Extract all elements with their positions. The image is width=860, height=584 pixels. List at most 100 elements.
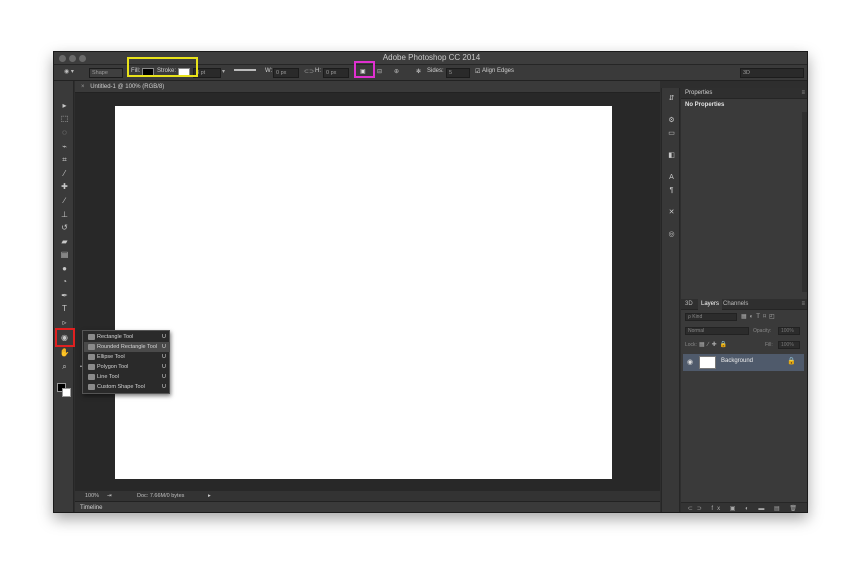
width-label: W:: [265, 68, 273, 74]
eraser-tool-icon[interactable]: ▰: [59, 237, 70, 247]
eyedropper-tool-icon[interactable]: ⁄: [59, 169, 70, 179]
history-brush-tool-icon[interactable]: ↺: [59, 223, 70, 233]
doc-size-info: Doc: 7.66M/0 bytes: [137, 493, 185, 499]
shape-tools-flyout: Rectangle Tool U Rounded Rectangle Tool U El…: [80, 330, 170, 394]
right-panels: Properties ≡ No Properties 3D Layers Cha…: [681, 88, 807, 512]
align-edges-label: Align Edges: [482, 68, 515, 74]
properties-content: No Properties: [685, 102, 725, 108]
layer-name[interactable]: Background: [721, 358, 753, 364]
paragraph-panel-icon[interactable]: ¶: [666, 186, 677, 195]
flyout-item[interactable]: • Polygon Tool U: [80, 362, 170, 372]
tools-presets-icon[interactable]: ✕: [666, 208, 677, 217]
layer-filter-icons[interactable]: ▦◐T⌑◰: [741, 313, 778, 320]
hand-tool-icon[interactable]: ✋: [59, 348, 70, 358]
timeline-label: Timeline: [80, 505, 103, 511]
current-tool-bullet: •: [80, 364, 82, 370]
layers-footer-icons[interactable]: ⊂⊃ fx ▣ ◐ ▬ ▤ 🗑: [681, 502, 807, 512]
3d-panel-icon[interactable]: ◎: [666, 230, 677, 239]
document-canvas[interactable]: [115, 106, 612, 479]
opacity-label: Opacity:: [753, 328, 772, 334]
history-panel-icon[interactable]: ⇵: [666, 94, 677, 103]
adjustments-panel-icon[interactable]: ⚙: [666, 116, 677, 125]
link-dimensions-icon[interactable]: ⊂⊃: [304, 68, 314, 75]
layer-thumbnail: [699, 356, 716, 369]
path-alignment-icon[interactable]: ⊟: [377, 68, 382, 75]
flyout-item[interactable]: Rectangle Tool U: [84, 332, 170, 342]
healing-brush-tool-icon[interactable]: ✚: [59, 182, 70, 192]
flyout-item-label: Rounded Rectangle Tool: [97, 344, 158, 350]
document-tab[interactable]: × Untitled-1 @ 100% (RGB/8): [75, 81, 660, 93]
flyout-item-shortcut: U: [162, 364, 166, 370]
align-edges-checkbox[interactable]: ☑: [475, 68, 480, 75]
stroke-type-line[interactable]: [234, 69, 256, 71]
path-arrangement-icon[interactable]: ⊕: [394, 68, 399, 75]
fill-opacity-field[interactable]: 100%: [778, 341, 800, 349]
gear-icon[interactable]: ✻: [416, 68, 421, 75]
path-select-tool-icon[interactable]: ▹: [59, 318, 70, 328]
tools-panel: ▸ ⬚ ◌ ⌁ ⌗ ⁄ ✚ ∕ ⊥ ↺ ▰ ▤ ● ◔ ✒ T ▹ ◉ ✋ ⌕: [54, 81, 74, 512]
shape-tool-icon: [88, 344, 95, 350]
tool-preset-icon[interactable]: ◉ ▾: [64, 68, 74, 75]
zoom-tool-icon[interactable]: ⌕: [59, 362, 70, 372]
flyout-item[interactable]: Line Tool U: [84, 372, 170, 382]
status-menu-arrow-icon[interactable]: ▸: [208, 491, 211, 501]
fill-opacity-label: Fill:: [765, 342, 773, 348]
shape-tool-icon: [88, 384, 95, 390]
sides-label: Sides:: [427, 68, 444, 74]
background-color-swatch[interactable]: [62, 388, 71, 397]
flyout-item-shortcut: U: [162, 374, 166, 380]
shape-tool-icon: [88, 374, 95, 380]
layer-row[interactable]: ◉ Background 🔒: [683, 354, 804, 371]
quick-select-tool-icon[interactable]: ⌁: [59, 142, 70, 152]
lasso-tool-icon[interactable]: ◌: [59, 128, 70, 138]
stroke-width-dropdown-icon[interactable]: ▾: [222, 68, 225, 75]
crop-tool-icon[interactable]: ⌗: [59, 155, 70, 165]
tab-layers[interactable]: Layers: [698, 299, 723, 310]
type-tool-icon[interactable]: T: [59, 304, 70, 314]
dodge-tool-icon[interactable]: ◔: [59, 277, 70, 287]
workspace-select[interactable]: 3D: [740, 68, 804, 78]
blend-mode-select[interactable]: Normal: [685, 327, 749, 335]
height-field[interactable]: 0 px: [323, 68, 349, 78]
flyout-item-label: Polygon Tool: [97, 364, 129, 370]
tab-channels[interactable]: Channels: [723, 299, 748, 310]
layer-filter-select[interactable]: ρ Kind: [685, 313, 737, 321]
timeline-panel[interactable]: Timeline: [75, 501, 660, 512]
eye-icon[interactable]: ◉: [687, 358, 693, 366]
flyout-item[interactable]: Rounded Rectangle Tool U: [84, 342, 170, 352]
sides-field[interactable]: 5: [446, 68, 470, 78]
blur-tool-icon[interactable]: ●: [59, 264, 70, 274]
shape-tool-icon: [88, 354, 95, 360]
pen-tool-icon[interactable]: ✒: [59, 291, 70, 301]
zoom-level[interactable]: 100%: [85, 491, 99, 501]
tab-3d[interactable]: 3D: [685, 299, 693, 310]
width-field[interactable]: 0 px: [273, 68, 299, 78]
flyout-item[interactable]: Custom Shape Tool U: [84, 382, 170, 392]
flyout-item[interactable]: Ellipse Tool U: [84, 352, 170, 362]
clone-stamp-tool-icon[interactable]: ⊥: [59, 210, 70, 220]
flyout-item-shortcut: U: [162, 334, 166, 340]
layers-panel-header: 3D Layers Channels ≡: [681, 299, 807, 310]
move-tool-icon[interactable]: ▸: [59, 101, 70, 111]
swatches-panel-icon[interactable]: ◧: [666, 151, 677, 160]
canvas-area[interactable]: [75, 93, 660, 491]
properties-scrollbar[interactable]: [802, 112, 807, 292]
panel-menu-icon[interactable]: ≡: [801, 88, 805, 99]
character-panel-icon[interactable]: A: [666, 173, 677, 182]
flyout-item-shortcut: U: [162, 354, 166, 360]
fill-stroke-highlight: [127, 57, 198, 77]
export-icon[interactable]: ⇥: [107, 491, 112, 501]
actions-panel-icon[interactable]: ▭: [666, 129, 677, 138]
close-tab-icon[interactable]: ×: [81, 84, 85, 90]
shape-mode-select[interactable]: Shape: [89, 68, 123, 78]
height-label: H:: [315, 68, 321, 74]
gradient-tool-icon[interactable]: ▤: [59, 250, 70, 260]
properties-tab[interactable]: Properties: [685, 88, 712, 99]
lock-icons[interactable]: ▦∕✚🔒: [699, 341, 730, 348]
layers-panel-menu-icon[interactable]: ≡: [801, 299, 805, 310]
flyout-item-label: Rectangle Tool: [97, 334, 134, 340]
flyout-item-label: Line Tool: [97, 374, 119, 380]
marquee-tool-icon[interactable]: ⬚: [59, 114, 70, 124]
opacity-field[interactable]: 100%: [778, 327, 800, 335]
brush-tool-icon[interactable]: ∕: [59, 196, 70, 206]
